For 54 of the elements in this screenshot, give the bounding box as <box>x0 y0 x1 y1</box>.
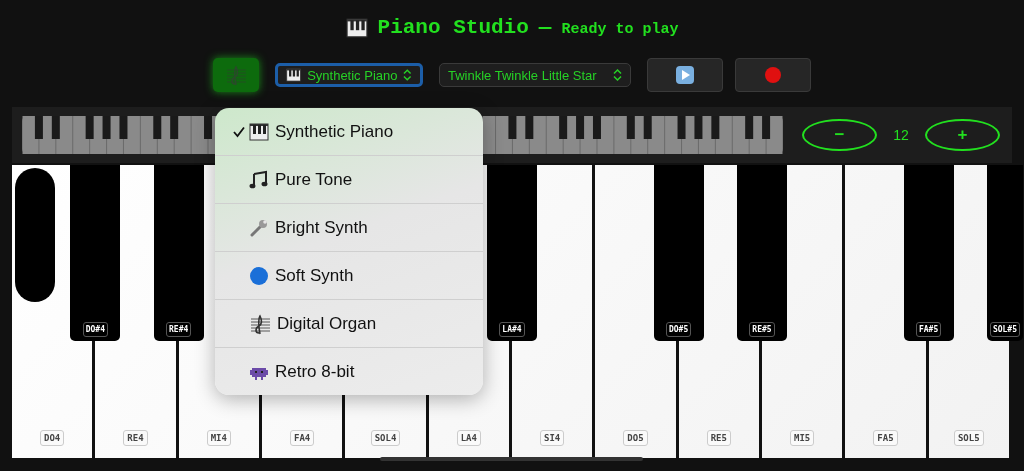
sharp-key[interactable]: FA#5 <box>903 165 954 341</box>
chevron-up-down-icon <box>403 69 412 81</box>
sharp-key[interactable]: RE#5 <box>736 165 787 341</box>
record-icon <box>764 66 782 84</box>
note-label: RE4 <box>123 430 148 446</box>
record-button[interactable] <box>735 58 811 92</box>
piano-icon <box>249 121 269 142</box>
note-label: FA4 <box>290 430 315 446</box>
note-label: DO#5 <box>666 322 692 337</box>
menu-item[interactable]: Bright Synth <box>215 203 483 251</box>
menu-item[interactable]: Soft Synth <box>215 251 483 299</box>
sharp-key[interactable]: LA#4 <box>486 165 537 341</box>
title-separator: — <box>538 16 552 39</box>
menu-item[interactable]: Pure Tone <box>215 155 483 203</box>
app-title: Piano Studio <box>377 16 529 39</box>
play-icon <box>675 65 695 85</box>
sharp-key[interactable]: RE#4 <box>153 165 204 341</box>
note-label: RE5 <box>706 430 731 446</box>
chevron-up-down-icon <box>613 69 622 81</box>
song-select[interactable]: Twinkle Twinkle Little Star <box>439 63 631 87</box>
note-label: RE#5 <box>749 322 775 337</box>
wrench-icon <box>249 217 269 238</box>
piano-icon <box>345 16 368 39</box>
note-label: LA4 <box>456 430 481 446</box>
play-button[interactable] <box>647 58 723 92</box>
instrument-select[interactable]: Synthetic Piano <box>275 63 423 87</box>
note-label: SOL5 <box>953 430 984 446</box>
circle-icon <box>249 265 269 286</box>
music-notes-icon <box>249 169 269 190</box>
note-label: DO#4 <box>82 322 108 337</box>
menu-item[interactable]: Digital Organ <box>215 299 483 347</box>
music-score-icon <box>225 64 247 86</box>
note-label: DO5 <box>623 430 648 446</box>
note-label: SOL#5 <box>989 322 1020 337</box>
note-label: FA5 <box>873 430 898 446</box>
sharp-key[interactable]: SOL#5 <box>986 165 1023 341</box>
menu-item[interactable]: Synthetic Piano <box>215 108 483 155</box>
music-score-icon <box>249 312 271 335</box>
note-label: DO4 <box>40 430 65 446</box>
menu-item[interactable]: Retro 8-bit <box>215 347 483 395</box>
sharp-key[interactable]: DO#4 <box>70 165 121 341</box>
note-label: FA#5 <box>916 322 942 337</box>
zoom-value: 12 <box>892 127 910 143</box>
zoom-in-button[interactable]: + <box>925 119 1000 151</box>
note-label: SI4 <box>540 430 565 446</box>
note-label: LA#4 <box>499 322 525 337</box>
note-label: SOL4 <box>370 430 401 446</box>
status-text: Ready to play <box>561 20 679 38</box>
note-label: MI4 <box>206 430 231 446</box>
zoom-out-button[interactable]: − <box>802 119 877 151</box>
note-label: RE#4 <box>166 322 192 337</box>
sharp-key[interactable]: DO#5 <box>653 165 704 341</box>
note-label: MI5 <box>790 430 815 446</box>
piano-icon <box>286 67 302 83</box>
